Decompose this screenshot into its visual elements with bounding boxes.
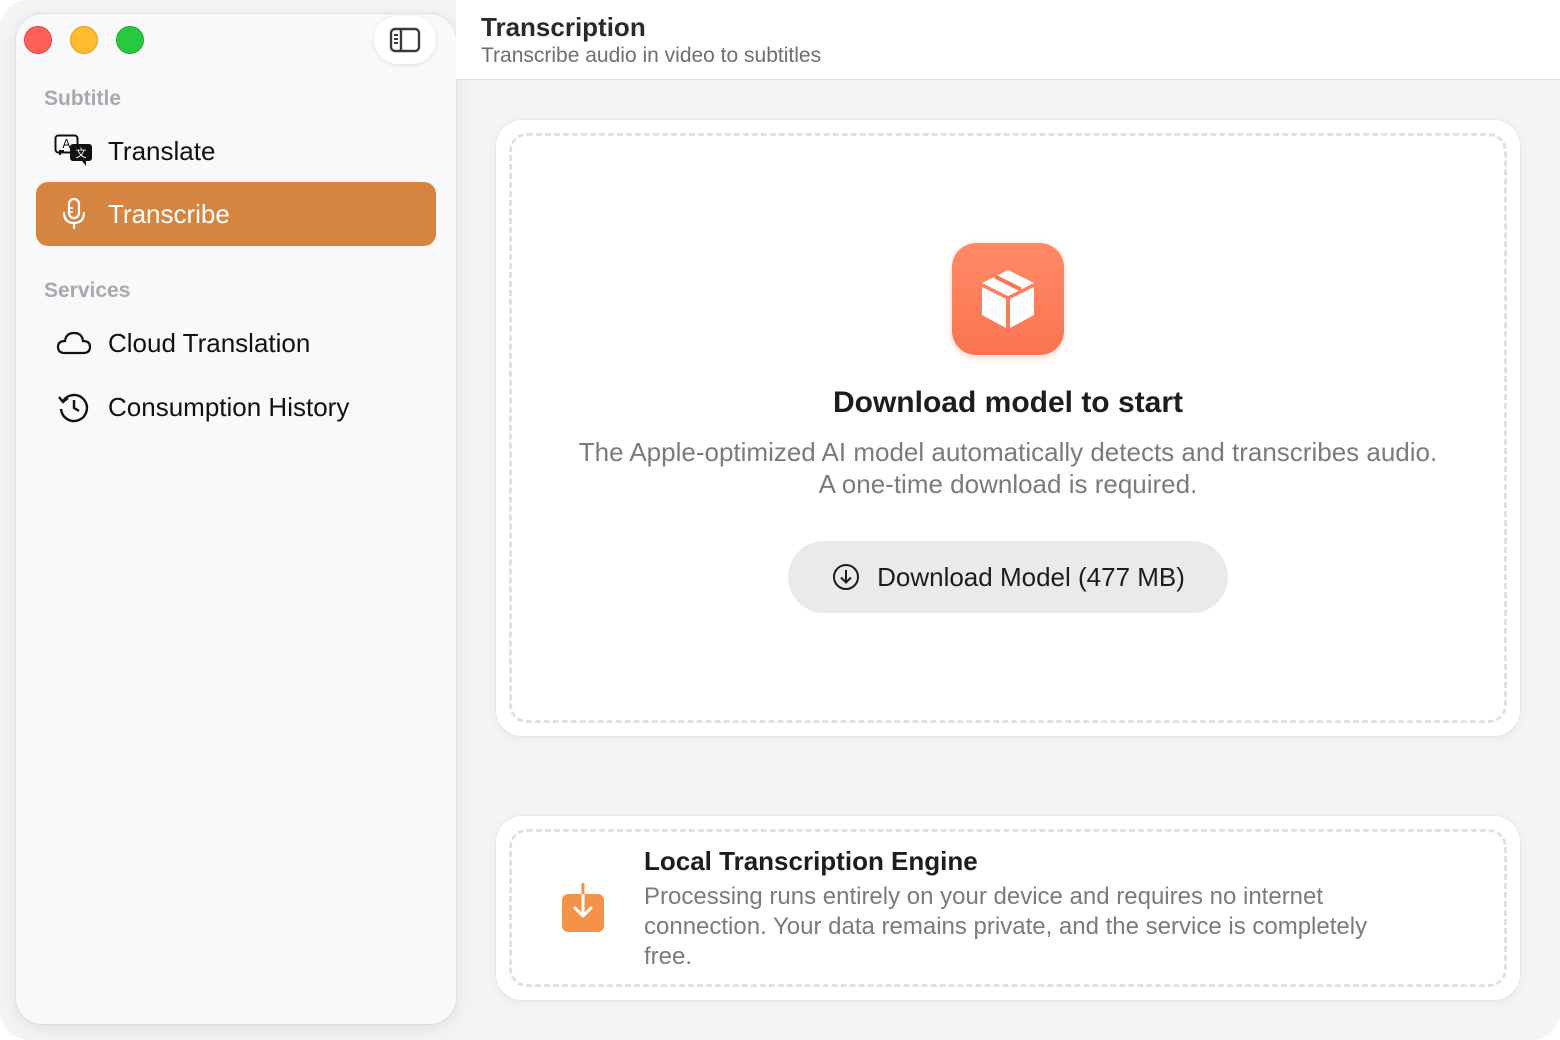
page-subtitle: Transcribe audio in video to subtitles bbox=[481, 44, 822, 67]
sidebar-item-label: Consumption History bbox=[108, 391, 350, 422]
sidebar-item-consumption-history[interactable]: Consumption History bbox=[36, 375, 436, 439]
dashed-border bbox=[509, 133, 1507, 723]
download-model-card: Download model to start The Apple-optimi… bbox=[496, 120, 1520, 736]
sidebar-item-cloud-translation[interactable]: Cloud Translation bbox=[36, 311, 436, 375]
cloud-icon bbox=[54, 323, 94, 363]
app-window: Subtitle A 文 Translate Transcribe Servic… bbox=[0, 0, 1560, 1040]
sidebar-item-label: Cloud Translation bbox=[108, 327, 311, 358]
engine-info-card: Local Transcription Engine Processing ru… bbox=[496, 816, 1520, 1000]
download-circle-icon bbox=[831, 562, 861, 592]
download-description: The Apple-optimized AI model automatical… bbox=[578, 437, 1438, 499]
download-model-button[interactable]: Download Model (477 MB) bbox=[788, 541, 1228, 613]
download-tray-icon bbox=[560, 882, 606, 936]
sidebar-item-label: Translate bbox=[108, 135, 216, 166]
engine-description: Processing runs entirely on your device … bbox=[644, 883, 1368, 970]
sidebar-item-transcribe[interactable]: Transcribe bbox=[36, 182, 436, 246]
page-title: Transcription bbox=[481, 12, 646, 42]
svg-text:文: 文 bbox=[76, 146, 87, 160]
sidebar-item-label: Transcribe bbox=[108, 198, 230, 229]
toggle-sidebar-button[interactable] bbox=[374, 16, 436, 64]
download-title: Download model to start bbox=[832, 386, 1183, 419]
section-label-subtitle: Subtitle bbox=[44, 87, 121, 110]
engine-title: Local Transcription Engine bbox=[644, 846, 978, 876]
minimize-window-button[interactable] bbox=[70, 26, 98, 54]
section-label-services: Services bbox=[44, 279, 131, 302]
download-model-label: Download Model (477 MB) bbox=[877, 561, 1185, 592]
translate-icon: A 文 bbox=[54, 131, 94, 171]
zoom-window-button[interactable] bbox=[116, 26, 144, 54]
package-icon bbox=[952, 243, 1064, 355]
microphone-icon bbox=[54, 194, 94, 234]
close-window-button[interactable] bbox=[24, 26, 52, 54]
header: Transcription Transcribe audio in video … bbox=[456, 0, 1560, 80]
sidebar-toggle-icon bbox=[389, 27, 421, 53]
sidebar-item-translate[interactable]: A 文 Translate bbox=[36, 119, 436, 183]
history-icon bbox=[54, 387, 94, 427]
